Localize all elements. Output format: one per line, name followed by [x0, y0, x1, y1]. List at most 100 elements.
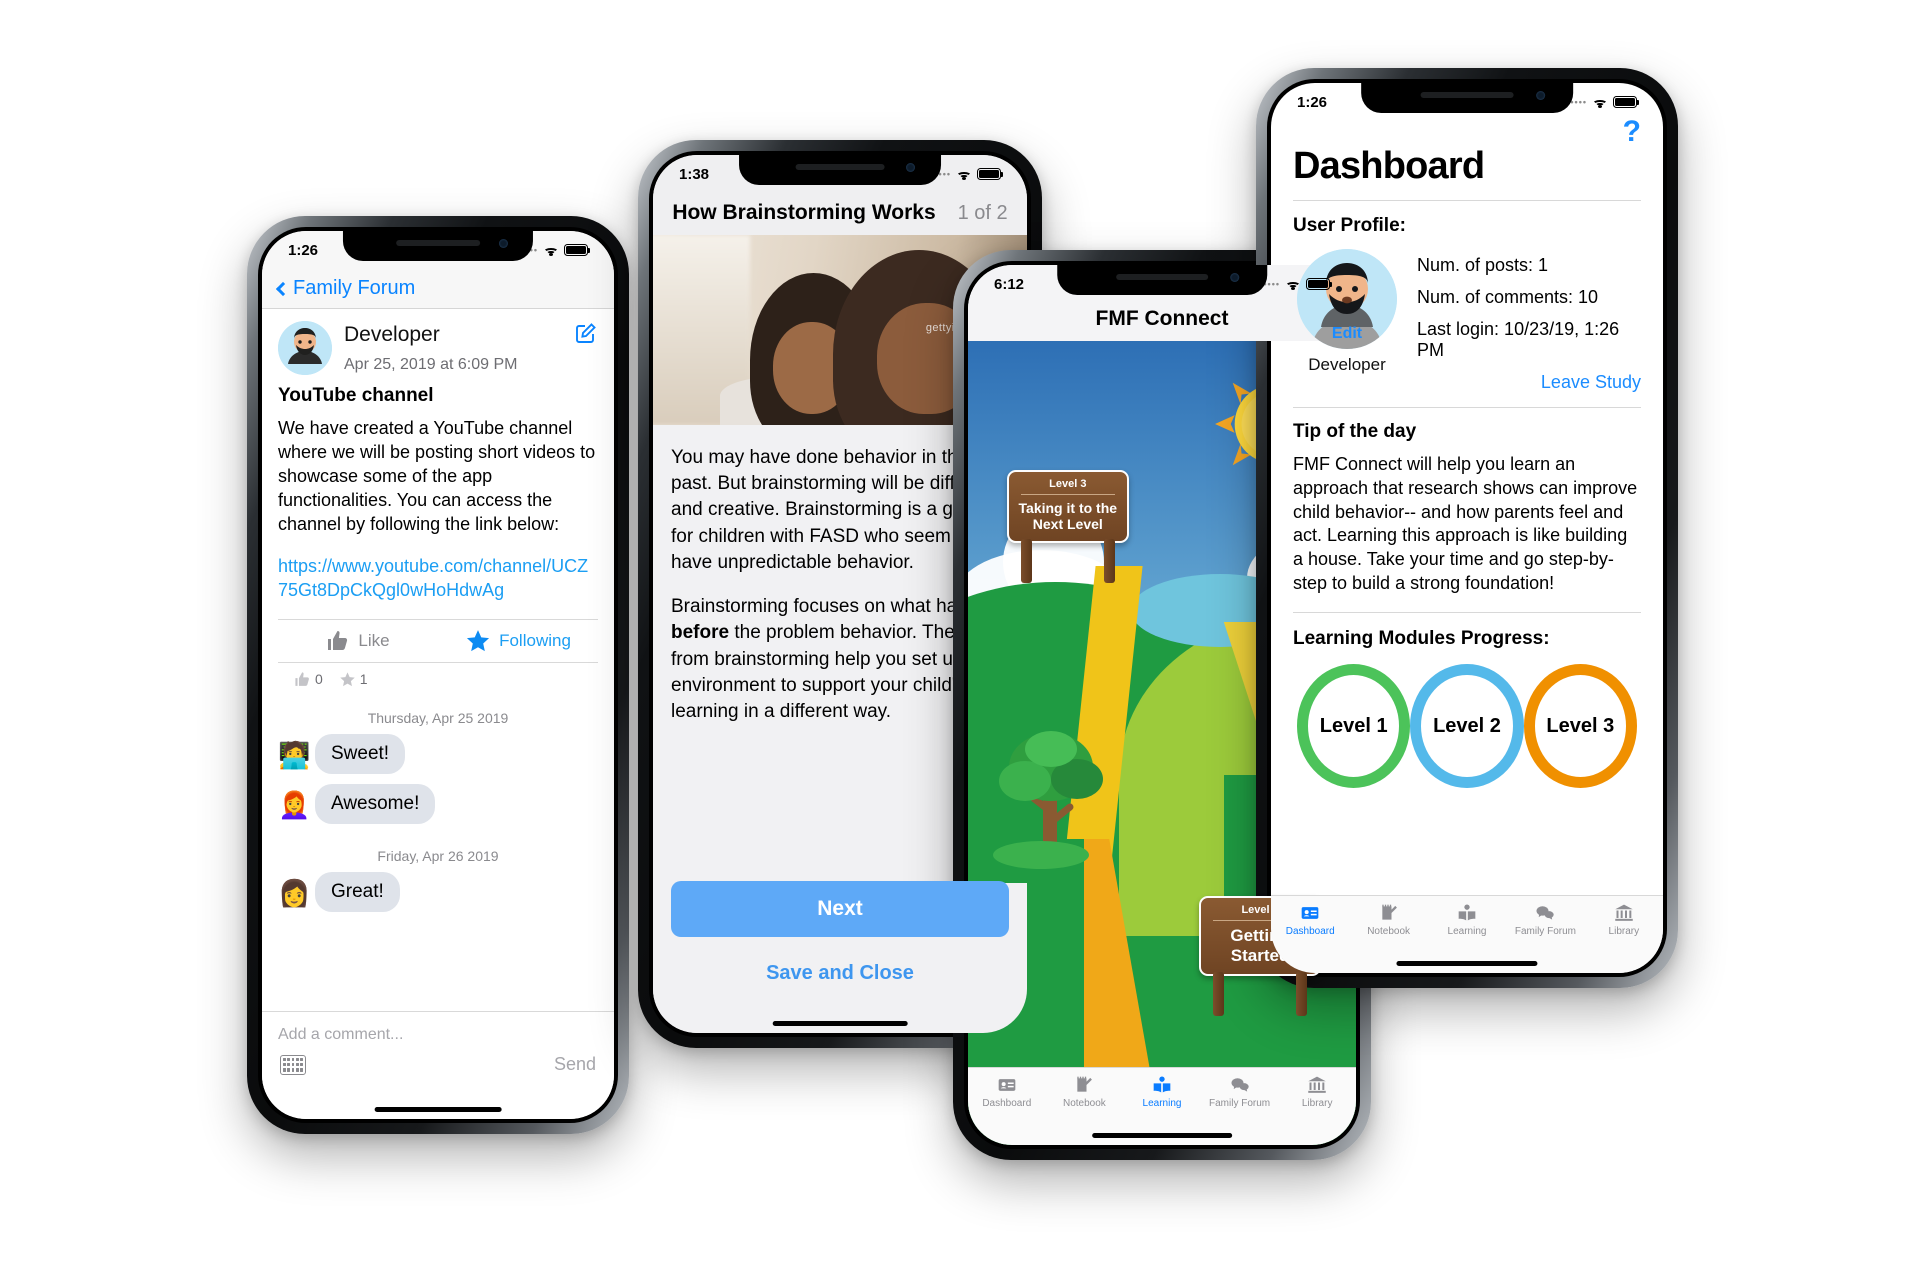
tab-label: Library [1301, 1098, 1333, 1109]
tab-library[interactable]: Library [1585, 903, 1663, 937]
tab-learning[interactable]: Learning [1428, 903, 1506, 937]
compose-icon[interactable] [574, 321, 598, 350]
wifi-icon [1285, 278, 1301, 290]
question-mark-help-icon[interactable]: ? [1623, 117, 1641, 147]
star-icon [467, 629, 490, 651]
ring-label: Level 2 [1433, 714, 1501, 737]
like-button[interactable]: Like [278, 629, 438, 653]
tab-label: Notebook [1062, 1098, 1106, 1109]
bank-columns-icon [1308, 1076, 1326, 1093]
learning-modules-progress: Level 1 Level 2 Level 3 [1293, 650, 1641, 788]
stat-last-login: Last login: 10/23/19, 1:26 PM [1417, 318, 1620, 360]
dashboard-header: ? Dashboard User Profile: Edit Developer… [1271, 83, 1663, 788]
battery-icon [977, 168, 1004, 180]
tab-label: Library [1608, 926, 1640, 937]
home-indicator [374, 1107, 502, 1112]
tab-dashboard[interactable]: Dashboard [968, 1075, 1046, 1109]
dashboard-screen: 1:26 •••• ? Dashboard User Profile: Edit… [1271, 83, 1663, 973]
notebook-pencil-icon [1077, 1076, 1093, 1092]
ring-label: Level 3 [1546, 714, 1615, 737]
save-and-close-button[interactable]: Save and Close [653, 962, 1027, 985]
commenter-avatar: 👩 [278, 877, 311, 908]
forum-post: Developer Apr 25, 2019 at 6:09 PM YouTub… [262, 309, 614, 696]
comment-input-placeholder[interactable]: Add a comment... [262, 1012, 614, 1044]
id-card-icon [998, 1079, 1016, 1091]
phone-dashboard: 1:26 •••• ? Dashboard User Profile: Edit… [1256, 68, 1678, 988]
progress-ring-level-3[interactable]: Level 3 [1523, 664, 1637, 788]
sign-posts [1007, 538, 1129, 583]
profile-stats: Num. of posts: 1 Num. of comments: 10 La… [1417, 249, 1641, 393]
sign-level-label: Level 3 [1020, 478, 1115, 495]
battery-icon [1613, 96, 1640, 108]
signal-dots-icon: •••• [1570, 97, 1587, 107]
id-card-icon [1301, 907, 1319, 919]
follow-count: 1 [359, 671, 368, 688]
status-indicators: •••• [1570, 96, 1640, 108]
status-time: 1:38 [679, 165, 710, 183]
following-button[interactable]: Following [438, 628, 598, 654]
leave-study-button[interactable]: Leave Study [1417, 372, 1641, 393]
earpiece-speaker [795, 164, 885, 170]
battery-icon [1306, 278, 1333, 290]
tab-family-forum[interactable]: Family Forum [1201, 1075, 1279, 1109]
sign-posts [1199, 972, 1321, 1017]
family-forum-screen: 1:26 •••• Family Forum [262, 231, 614, 1119]
comment-bubble: Sweet! [309, 733, 406, 774]
list-item: 🧑‍💻 Sweet! [262, 733, 614, 784]
tab-family-forum[interactable]: Family Forum [1506, 903, 1584, 937]
comment-bubble: Awesome! [309, 783, 436, 824]
notch [1057, 265, 1267, 295]
post-actions: Like Following [278, 618, 598, 663]
phone-bezel: 1:26 •••• Family Forum [258, 227, 618, 1123]
chevron-left-icon [275, 281, 291, 296]
post-title: YouTube channel [278, 385, 434, 406]
tab-notebook[interactable]: Notebook [1046, 1075, 1124, 1109]
tab-label: Family Forum [1209, 1098, 1271, 1109]
avatar [278, 321, 332, 375]
page-counter: 1 of 2 [957, 202, 1008, 224]
sign-title: Taking it to the Next Level [1018, 499, 1118, 533]
status-indicators: •••• [934, 168, 1004, 180]
tab-notebook[interactable]: Notebook [1349, 903, 1427, 937]
post-header: Developer Apr 25, 2019 at 6:09 PM [278, 321, 598, 375]
star-icon [340, 671, 355, 686]
front-camera [905, 163, 915, 172]
level-3-sign[interactable]: Level 3 Taking it to the Next Level [1006, 469, 1129, 583]
front-camera [1536, 91, 1546, 100]
post-link[interactable]: https://www.youtube.com/channel/UCZ75Gt8… [278, 555, 598, 603]
tab-dashboard[interactable]: Dashboard [1271, 903, 1349, 937]
send-button[interactable]: Send [554, 1054, 596, 1075]
tree-icon [993, 730, 1104, 869]
ring-label: Level 1 [1319, 714, 1388, 737]
stat-posts: Num. of posts: 1 [1417, 254, 1549, 275]
comment-bubble: Great! [310, 871, 400, 912]
tab-label: Learning [1447, 926, 1487, 937]
page-title: Dashboard [1293, 145, 1485, 187]
progress-ring-level-2[interactable]: Level 2 [1410, 664, 1524, 788]
tab-label: Dashboard [1285, 926, 1335, 937]
post-meta: Developer Apr 25, 2019 at 6:09 PM [344, 321, 562, 374]
home-indicator [1396, 961, 1538, 966]
tab-learning[interactable]: Learning [1123, 1075, 1201, 1109]
tab-library[interactable]: Library [1278, 1075, 1356, 1109]
back-button-label: Family Forum [293, 277, 416, 299]
edit-avatar-label[interactable]: Edit [1297, 325, 1397, 343]
post-counts: 0 1 [278, 663, 598, 696]
progress-ring-level-1[interactable]: Level 1 [1297, 664, 1411, 788]
like-count: 0 [315, 671, 323, 688]
tab-label: Family Forum [1514, 926, 1576, 937]
list-item: 👩‍🦰 Awesome! [262, 783, 614, 834]
divider [1293, 200, 1641, 201]
open-book-icon [1458, 904, 1476, 921]
app-title: FMF Connect [1095, 307, 1229, 330]
wifi-icon [1592, 96, 1608, 108]
notch [739, 155, 941, 185]
tip-of-the-day-title: Tip of the day [1293, 421, 1417, 442]
keyboard-icon[interactable] [280, 1054, 306, 1075]
status-time: 1:26 [288, 241, 319, 259]
status-time: 1:26 [1297, 93, 1328, 111]
back-button-family-forum[interactable]: Family Forum [275, 277, 416, 300]
wifi-icon [956, 168, 972, 180]
comment-group: Thursday, Apr 25 2019 🧑‍💻 Sweet! 👩‍🦰 Awe… [262, 710, 614, 922]
next-button[interactable]: Next [671, 881, 1009, 937]
